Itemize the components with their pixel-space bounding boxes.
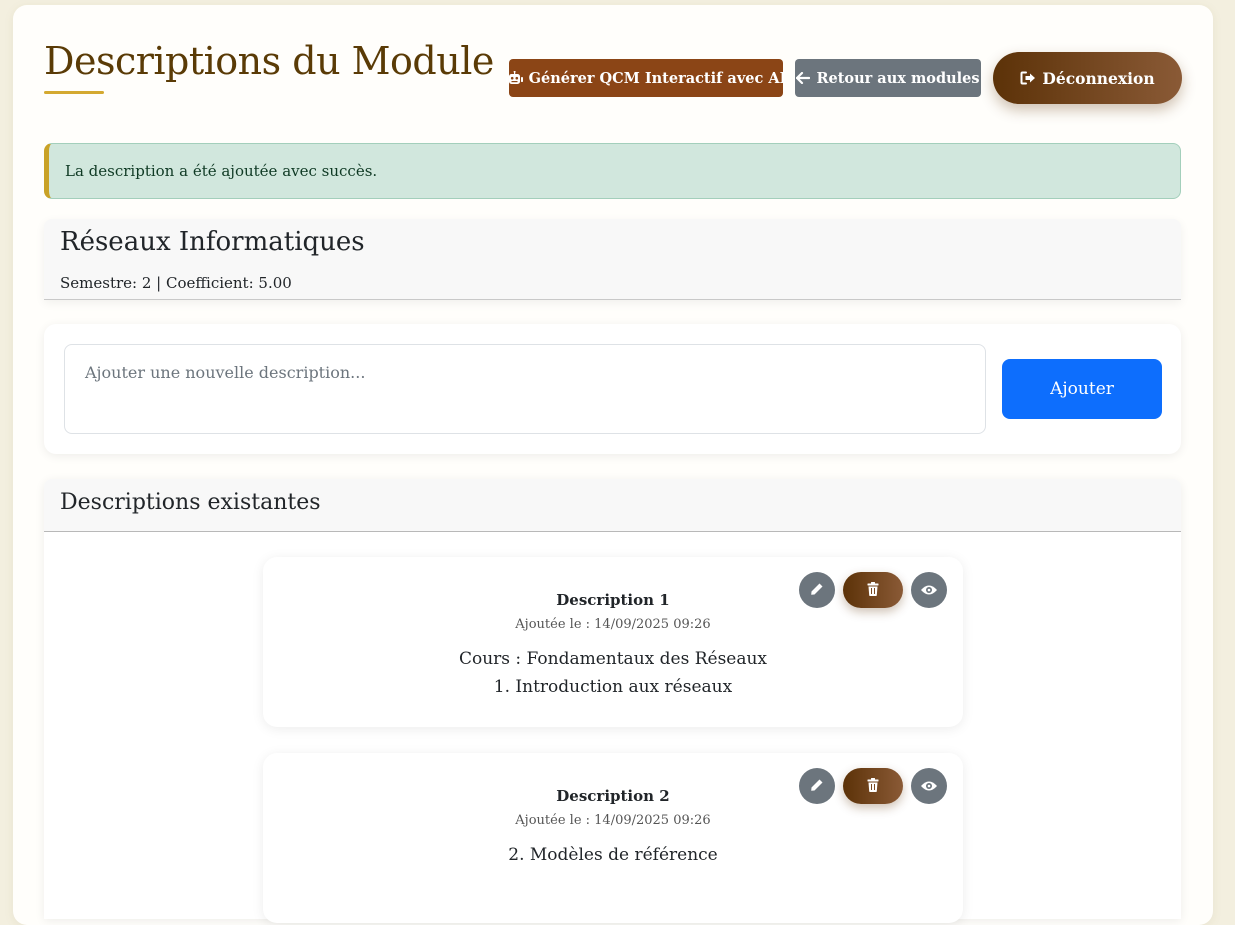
page-title: Descriptions du Module <box>44 39 494 83</box>
add-button[interactable]: Ajouter <box>1002 359 1162 419</box>
description-input[interactable] <box>64 344 986 434</box>
description-text-line: 1. Introduction aux réseaux <box>493 677 733 697</box>
logout-button[interactable]: Déconnexion <box>993 52 1182 104</box>
description-date: Ajoutée le : 14/09/2025 09:26 <box>515 617 711 632</box>
logout-label: Déconnexion <box>1042 68 1155 88</box>
description-text-line: Cours : Fondamentaux des Réseaux <box>458 649 768 669</box>
module-name: Réseaux Informatiques <box>60 227 365 257</box>
sign-out-icon <box>1020 71 1036 85</box>
descriptions-list-title: Descriptions existantes <box>60 490 321 515</box>
success-alert: La description a été ajoutée avec succès… <box>44 143 1181 199</box>
generate-qcm-label: Générer QCM Interactif avec AI <box>528 69 787 87</box>
add-description-form: Ajouter <box>44 324 1181 454</box>
main-container: Descriptions du Module Générer QCM Inter… <box>13 5 1213 925</box>
back-to-modules-label: Retour aux modules <box>816 69 980 87</box>
back-to-modules-button[interactable]: Retour aux modules <box>795 59 981 97</box>
description-card: Description 2 Ajoutée le : 14/09/2025 09… <box>263 753 963 923</box>
description-title: Description 2 <box>556 787 670 805</box>
module-info-card: Réseaux Informatiques Semestre: 2 | Coef… <box>44 219 1181 300</box>
alert-message: La description a été ajoutée avec succès… <box>65 162 378 180</box>
module-meta: Semestre: 2 | Coefficient: 5.00 <box>60 274 292 292</box>
title-underline <box>44 91 104 94</box>
description-date: Ajoutée le : 14/09/2025 09:26 <box>515 813 711 828</box>
descriptions-list-card: Descriptions existantes Description 1 Aj… <box>44 479 1181 923</box>
arrow-left-icon <box>796 72 811 84</box>
description-title: Description 1 <box>556 591 670 609</box>
generate-qcm-button[interactable]: Générer QCM Interactif avec AI <box>505 59 786 97</box>
description-text-line: 2. Modèles de référence <box>508 845 718 865</box>
robot-icon <box>505 70 523 86</box>
descriptions-list-header: Descriptions existantes <box>44 479 1181 532</box>
description-card: Description 1 Ajoutée le : 14/09/2025 09… <box>263 557 963 727</box>
